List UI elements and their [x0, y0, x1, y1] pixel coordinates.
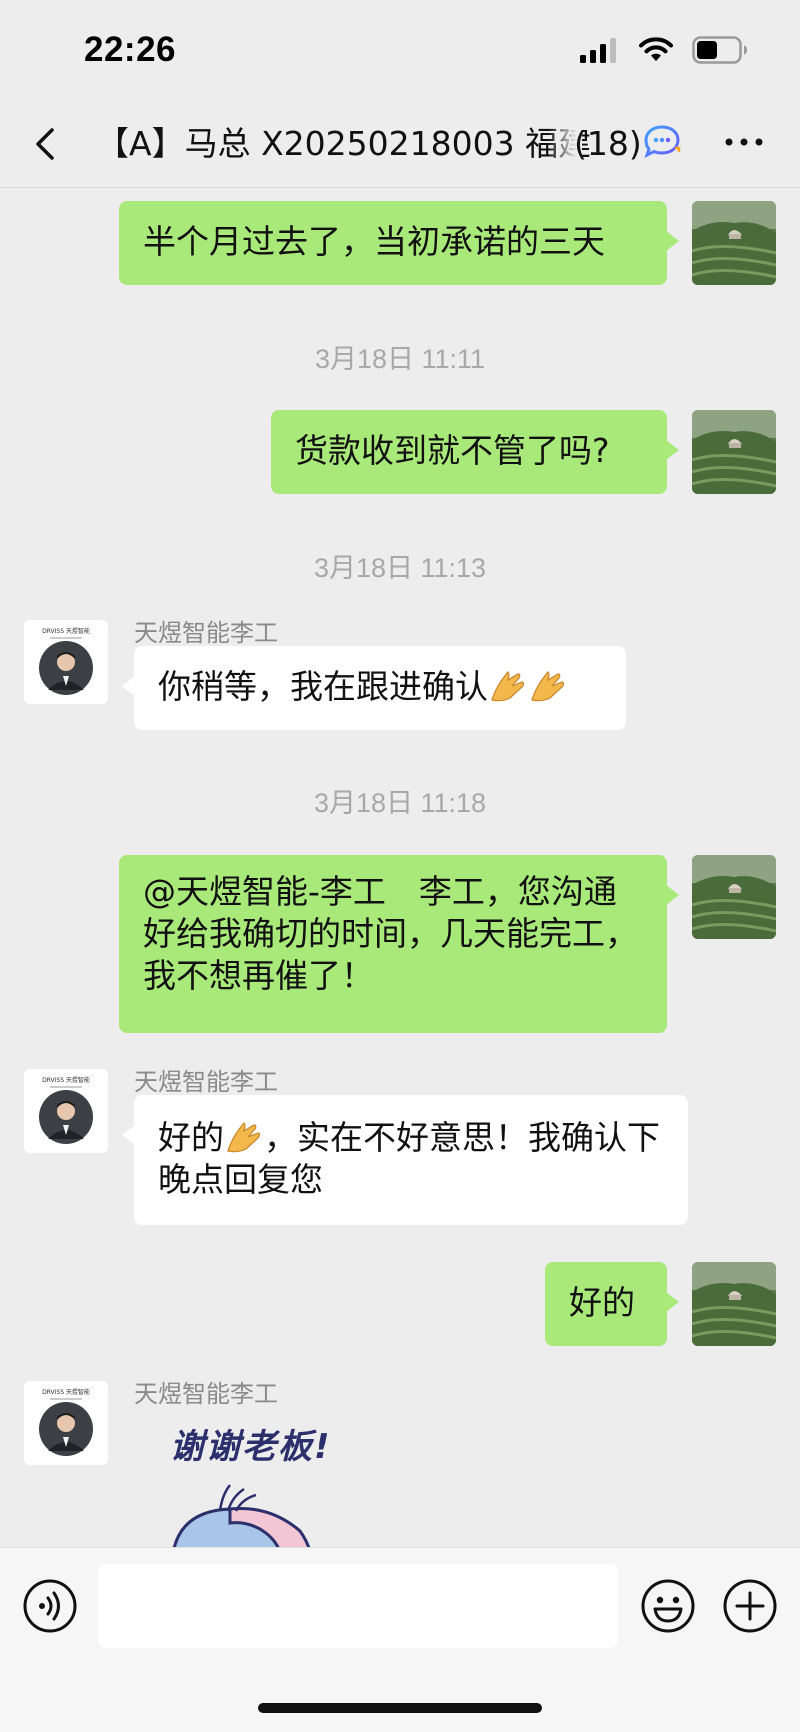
message-bubble[interactable]: 好的 ，实在不好意思！我确认下晚点回复您 — [122, 1095, 688, 1225]
message-bubble[interactable]: 好的 — [545, 1262, 679, 1346]
sender-name: 天煜智能李工 — [134, 1068, 278, 1096]
message-text-before-emoji: 好的 — [158, 1118, 224, 1157]
message-text: 半个月过去了，当初承诺的三天 — [143, 222, 605, 261]
contact-avatar-image: DRVISS 天煜智能 — [24, 1381, 108, 1465]
avatar-logo-text: DRVISS 天煜智能 — [42, 1076, 90, 1084]
landscape-avatar-image — [692, 1262, 776, 1346]
landscape-avatar-image — [692, 410, 776, 494]
emoji-icon[interactable] — [640, 1578, 696, 1634]
status-icons — [580, 36, 748, 64]
status-bar: 22:26 — [0, 0, 800, 100]
sticker-message[interactable]: 谢谢老板! — [150, 1419, 410, 1547]
contact-avatar[interactable]: DRVISS 天煜智能 — [24, 1381, 108, 1465]
battery-icon — [692, 36, 747, 64]
timestamp: 3月18日 11:18 — [313, 788, 487, 818]
message-bubble[interactable]: @天煜智能-李工 李工，您沟通好给我确切的时间，几天能完工，我不想再催了！ — [119, 855, 679, 1033]
sender-name: 天煜智能李工 — [134, 1380, 278, 1408]
message-bubble[interactable]: 半个月过去了，当初承诺的三天 — [119, 201, 679, 285]
home-indicator — [258, 1703, 542, 1713]
avatar-logo-text: DRVISS 天煜智能 — [42, 627, 90, 635]
chat-bubble-icon — [644, 125, 681, 158]
landscape-avatar-image — [692, 201, 776, 285]
message-text: 你稍等，我在跟进确认 — [158, 667, 488, 706]
pray-hands-emoji — [227, 1122, 261, 1153]
landscape-avatar-image — [692, 855, 776, 939]
contact-avatar[interactable]: DRVISS 天煜智能 — [24, 1069, 108, 1153]
voice-icon[interactable] — [22, 1578, 78, 1634]
self-avatar[interactable] — [692, 410, 776, 494]
message-bubble[interactable]: 你稍等，我在跟进确认 — [122, 646, 626, 730]
avatar-logo-text: DRVISS 天煜智能 — [42, 1388, 90, 1396]
sender-name: 天煜智能李工 — [134, 619, 278, 647]
wifi-icon — [639, 37, 673, 61]
message-text: 好的 — [569, 1283, 635, 1322]
back-chevron-icon[interactable] — [26, 120, 66, 168]
self-avatar[interactable] — [692, 855, 776, 939]
self-avatar[interactable] — [692, 201, 776, 285]
signal-icon — [580, 38, 616, 63]
contact-avatar-image: DRVISS 天煜智能 — [24, 620, 108, 704]
message-text: @天煜智能-李工 李工，您沟通好给我确切的时间，几天能完工，我不想再催了！ — [143, 872, 638, 995]
status-time: 22:26 — [84, 30, 177, 69]
more-icon[interactable] — [724, 130, 764, 154]
plus-icon[interactable] — [722, 1578, 778, 1634]
timestamp: 3月18日 11:13 — [313, 553, 487, 583]
sticker-character — [172, 1484, 311, 1547]
pray-hands-emoji — [531, 671, 565, 702]
message-text: 货款收到就不管了吗? — [295, 431, 610, 470]
member-count[interactable]: (18) — [574, 120, 642, 168]
message-list[interactable]: 半个月过去了，当初承诺的三天 3月18日 11:11 货款收到就不管了吗? 3月… — [0, 189, 800, 1547]
message-input[interactable] — [98, 1564, 618, 1648]
sticker-caption: 谢谢老板! — [170, 1427, 332, 1467]
timestamp: 3月18日 11:11 — [314, 344, 486, 374]
contact-avatar-image: DRVISS 天煜智能 — [24, 1069, 108, 1153]
contact-avatar[interactable]: DRVISS 天煜智能 — [24, 620, 108, 704]
self-avatar[interactable] — [692, 1262, 776, 1346]
pray-hands-emoji — [491, 671, 525, 702]
message-bubble[interactable]: 货款收到就不管了吗? — [271, 410, 679, 494]
